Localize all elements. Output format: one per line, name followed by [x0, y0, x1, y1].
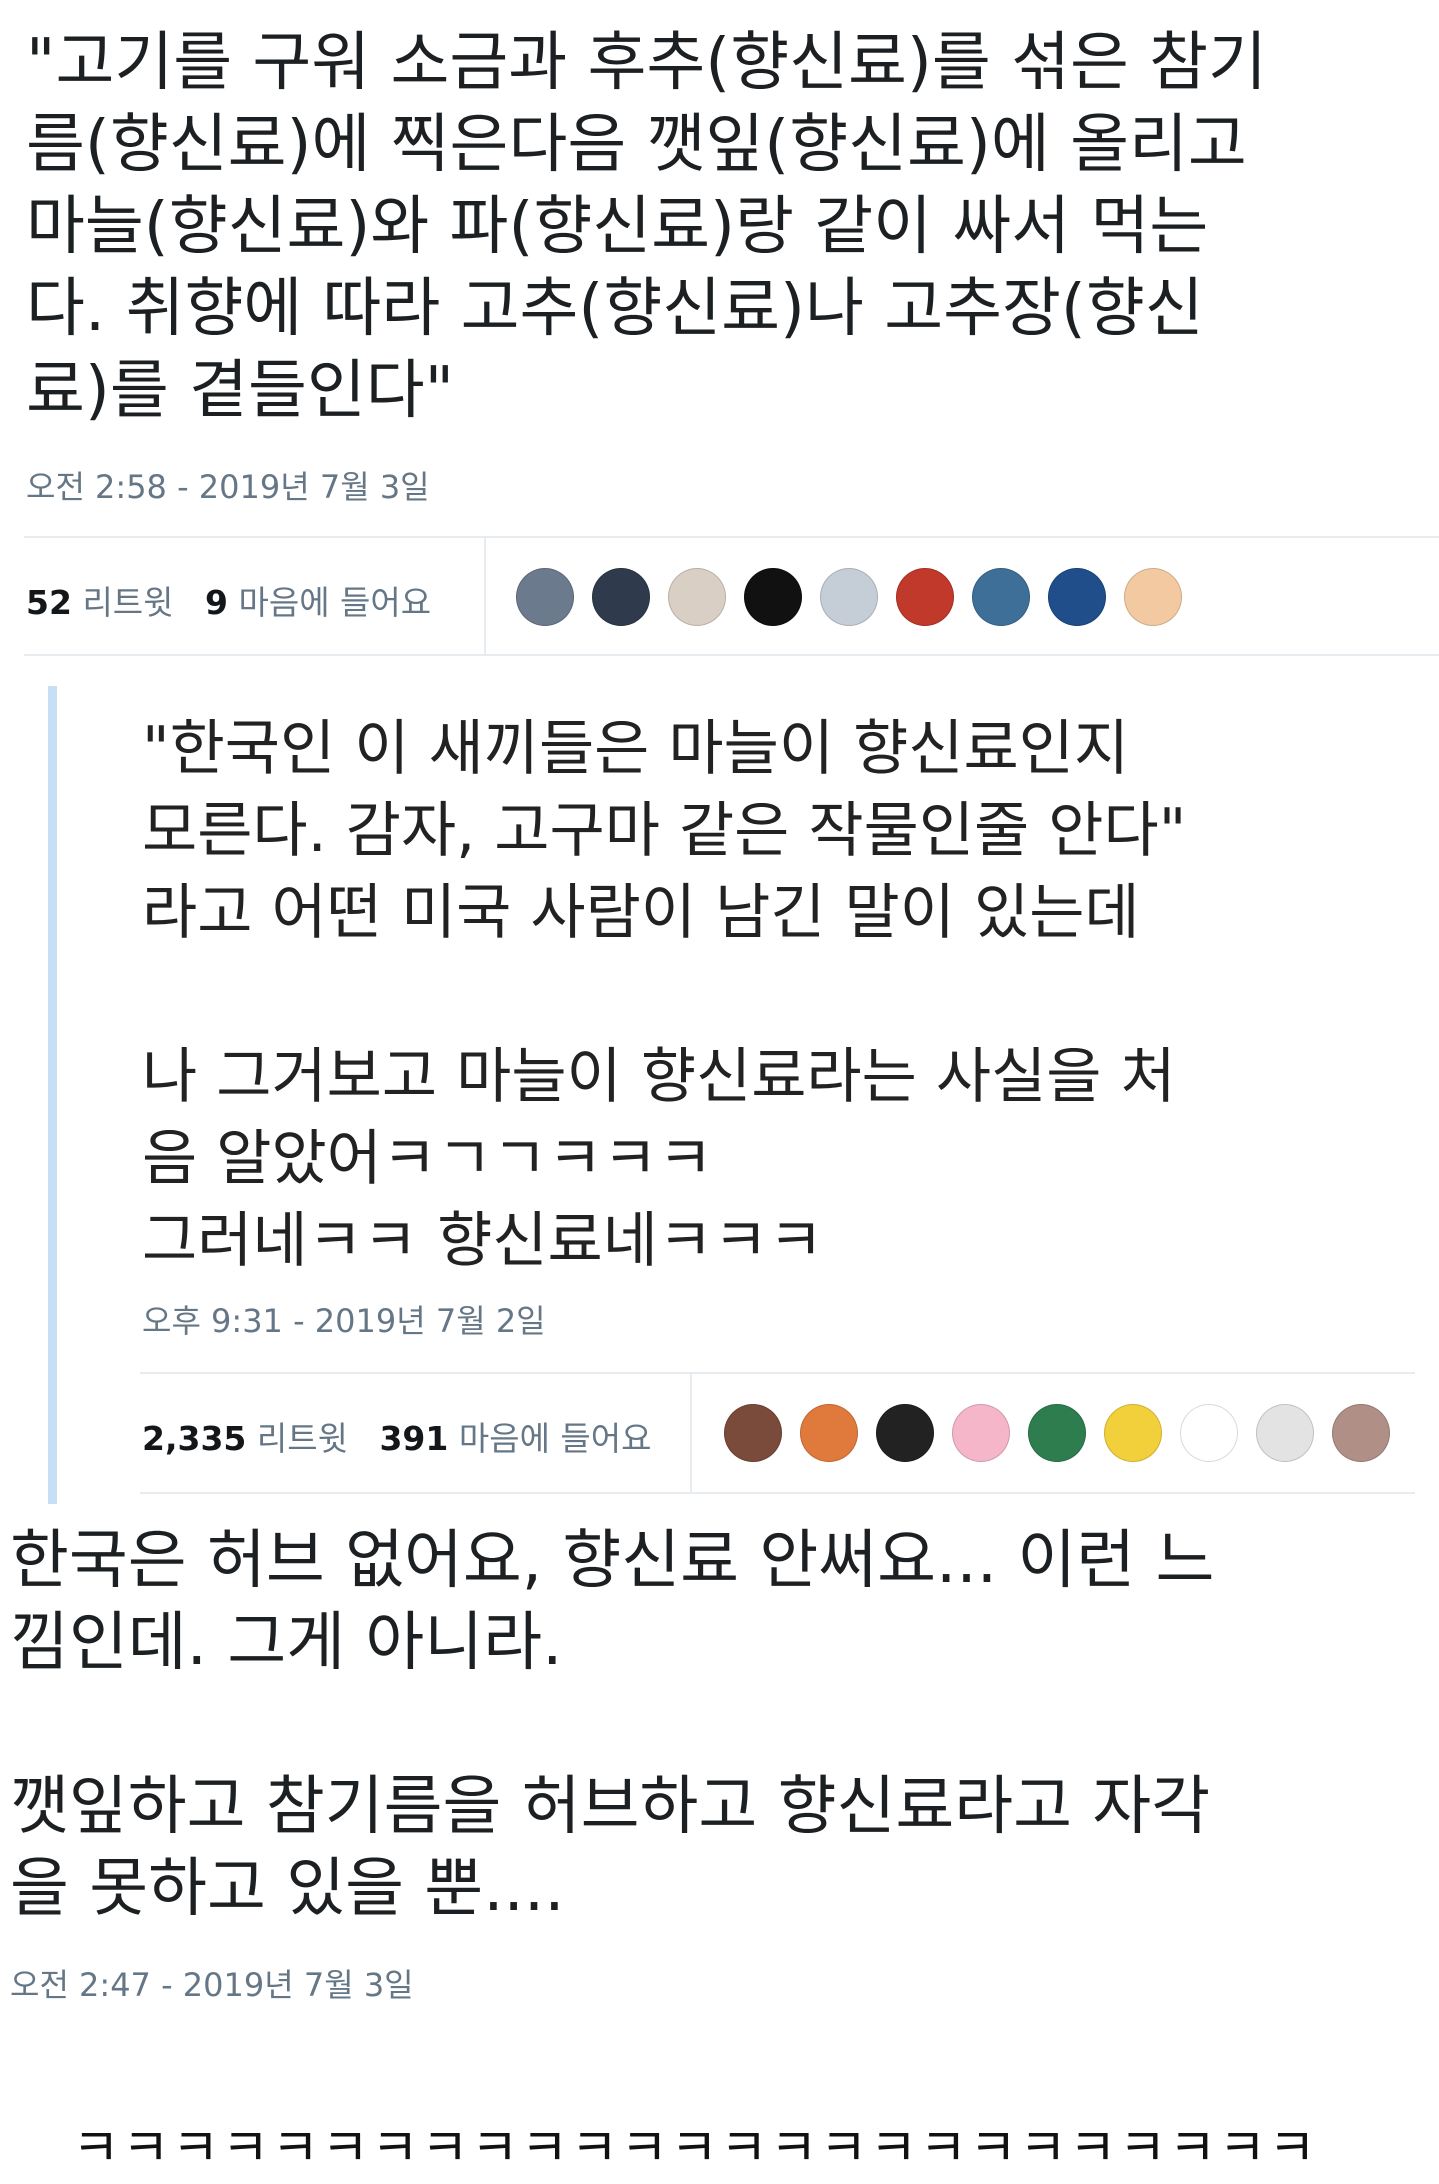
whale-avatar[interactable]: [972, 568, 1030, 626]
anime-girl-avatar[interactable]: [1124, 568, 1182, 626]
person-avatar[interactable]: [592, 568, 650, 626]
orange-hair-avatar[interactable]: [800, 1404, 858, 1462]
badge-avatar[interactable]: [744, 568, 802, 626]
sketch-cat-avatar[interactable]: [1256, 1404, 1314, 1462]
tweet-1-stats: 52 리트윗 9 마음에 들어요: [26, 576, 431, 624]
earth-avatar[interactable]: [1028, 1404, 1086, 1462]
quoted-like-count[interactable]: 391: [379, 1419, 448, 1458]
quoted-stats-top-divider: [140, 1372, 1415, 1374]
cartoon-face-avatar[interactable]: [668, 568, 726, 626]
doodle-face-avatar[interactable]: [1180, 1404, 1238, 1462]
tweet-1-stats-bottom-divider: [24, 654, 1439, 656]
quoted-liker-avatars: [724, 1404, 1390, 1462]
quoted-retweet-label[interactable]: 리트윗: [257, 1419, 348, 1458]
tweet-1-retweet-count[interactable]: 52: [26, 583, 72, 622]
doll-avatar[interactable]: [724, 1404, 782, 1462]
pink-anime-avatar[interactable]: [952, 1404, 1010, 1462]
blue-character-avatar[interactable]: [1048, 568, 1106, 626]
quoted-tweet-timestamp[interactable]: 오후 9:31 - 2019년 7월 2일: [142, 1296, 546, 1342]
quote-bar: [48, 686, 57, 1504]
tweet-1-timestamp[interactable]: 오전 2:58 - 2019년 7월 3일: [26, 462, 430, 508]
tweet-1-like-count[interactable]: 9: [205, 583, 228, 622]
quoted-like-label[interactable]: 마음에 들어요: [459, 1419, 652, 1458]
portrait-avatar[interactable]: [1332, 1404, 1390, 1462]
astronaut-avatar[interactable]: [516, 568, 574, 626]
red-art-avatar[interactable]: [896, 568, 954, 626]
quoted-retweet-count[interactable]: 2,335: [142, 1419, 246, 1458]
tweet-2-timestamp[interactable]: 오전 2:47 - 2019년 7월 3일: [10, 1960, 414, 2006]
tweet-1-like-label[interactable]: 마음에 들어요: [238, 583, 431, 622]
tweet-1-text: "고기를 구워 소금과 후추(향신료)를 섞은 참기 름(향신료)에 찍은다음 …: [26, 26, 1267, 428]
quoted-tweet-text: "한국인 이 새끼들은 마늘이 향신료인지 모른다. 감자, 고구마 같은 작물…: [142, 714, 1187, 1276]
tweet-2-text: 한국은 허브 없어요, 향신료 안써요... 이런 느 낌인데. 그게 아니라.…: [10, 1524, 1215, 1926]
sponge-avatar[interactable]: [1104, 1404, 1162, 1462]
tweet-1-retweet-label[interactable]: 리트윗: [82, 583, 173, 622]
tweet-1-stats-separator: [484, 536, 486, 656]
bottom-caption: ㅋㅋㅋㅋㅋㅋㅋㅋㅋㅋㅋㅋㅋㅋㅋㅋㅋㅋㅋㅋㅋㅋㅋㅋㅋ: [72, 2119, 1319, 2179]
quoted-tweet-stats: 2,335 리트윗 391 마음에 들어요: [142, 1412, 652, 1460]
default-user-avatar[interactable]: [820, 568, 878, 626]
quoted-stats-separator: [690, 1372, 692, 1494]
tweet-1-liker-avatars: [516, 568, 1182, 626]
quoted-stats-bottom-divider: [140, 1492, 1415, 1494]
dark-portrait-avatar[interactable]: [876, 1404, 934, 1462]
tweet-1-stats-top-divider: [24, 536, 1439, 538]
